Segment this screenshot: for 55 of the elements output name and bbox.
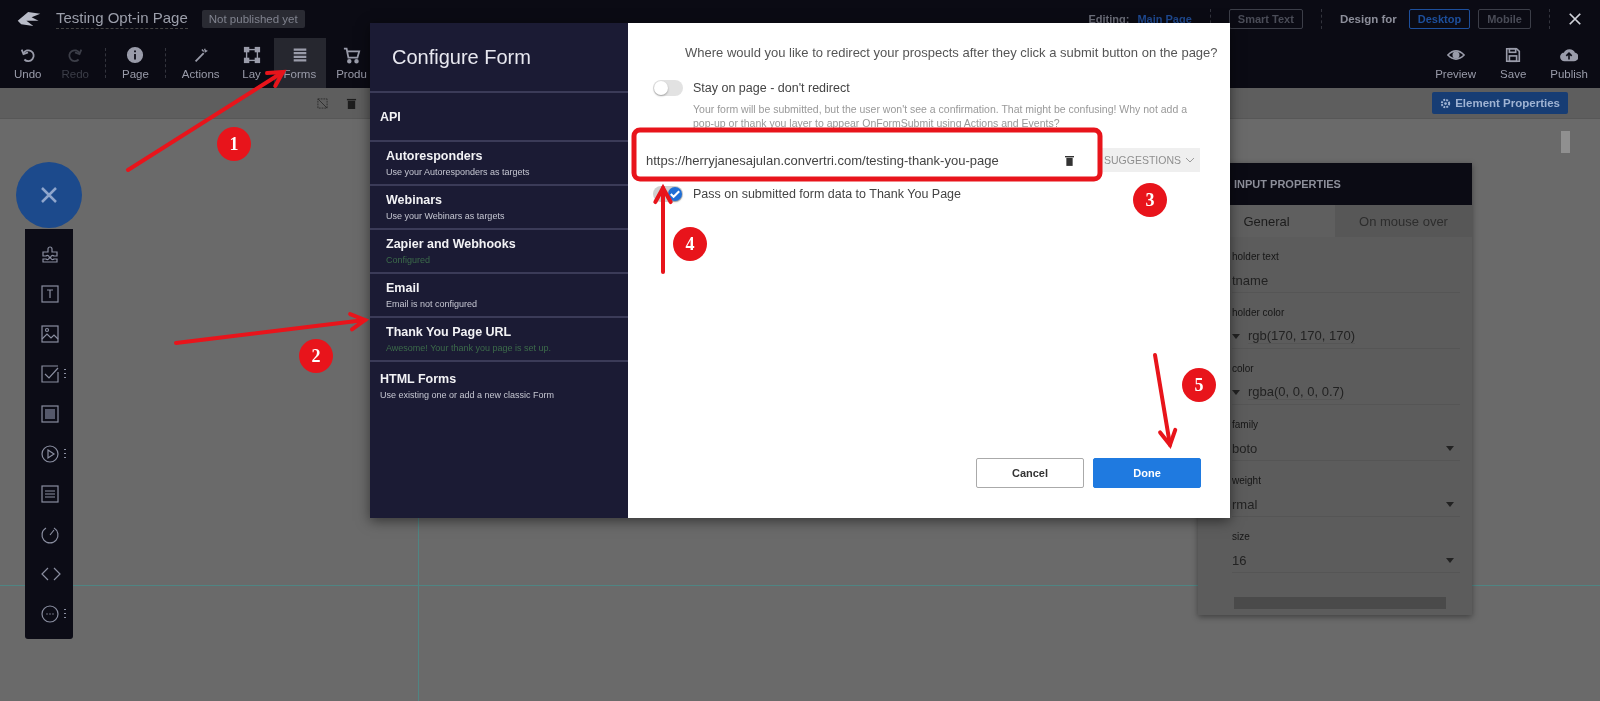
save-icon xyxy=(1504,46,1523,64)
publish-status-badge: Not published yet xyxy=(201,10,305,28)
menu-item[interactable]: HTML Forms Use existing one or add a new classic Form xyxy=(370,362,628,409)
toolbar-button[interactable]: Publish xyxy=(1538,38,1600,88)
panel-title: INPUT PROPERTIES xyxy=(1234,178,1341,190)
caret-icon xyxy=(1186,157,1194,163)
caret-icon xyxy=(1446,557,1454,563)
info-icon xyxy=(126,46,145,64)
caret-icon xyxy=(1232,333,1240,339)
toggle-label: Stay on page - don't redirect xyxy=(693,81,850,95)
toggle-switch[interactable] xyxy=(653,80,683,96)
url-field[interactable]: https://herryjanesajulan.convertri.com/testing-thank-you-page xyxy=(638,144,1082,177)
checkbox-icon[interactable] xyxy=(40,364,68,384)
caret-icon xyxy=(1446,445,1454,451)
more-icon[interactable] xyxy=(40,604,68,624)
gear-icon xyxy=(1440,97,1452,109)
toolbar-button[interactable]: Actions xyxy=(171,38,230,88)
field-label: holder color xyxy=(1232,307,1286,318)
help-text: Your form will be submitted, but the user won't see a confirmation. That might be confusing! Why not add a pop-up or thank you layer to appear OnFormSubmit using Actions and Events? xyxy=(693,102,1189,131)
page-title[interactable]: Testing Opt-in Page xyxy=(56,9,188,29)
text-icon[interactable] xyxy=(40,284,60,304)
list-icon[interactable] xyxy=(40,484,60,504)
close-icon[interactable] xyxy=(1568,12,1582,26)
play-icon[interactable] xyxy=(40,444,68,464)
field-label: weight xyxy=(1232,475,1262,486)
cart-icon xyxy=(342,46,361,64)
redo-icon xyxy=(66,46,85,64)
square-icon[interactable] xyxy=(40,404,60,424)
cancel-button[interactable]: Cancel xyxy=(976,458,1084,488)
caret-icon xyxy=(1446,501,1454,507)
editing-label: Editing: xyxy=(1088,13,1130,25)
toolbar-button[interactable]: Lay xyxy=(229,38,274,88)
design-for-label: Design for xyxy=(1339,13,1397,25)
undo-icon xyxy=(18,46,37,64)
field-label: holder text xyxy=(1232,251,1280,262)
scrollbar[interactable] xyxy=(1561,131,1570,153)
toolbar-button[interactable]: Save xyxy=(1488,38,1539,88)
trash-icon[interactable] xyxy=(1065,154,1074,166)
field-label: color xyxy=(1232,363,1255,374)
field-label: family xyxy=(1232,419,1260,430)
toolbar-button[interactable]: Page xyxy=(112,38,159,88)
puzzle-icon[interactable] xyxy=(40,244,60,264)
toolbar-button[interactable]: Undo xyxy=(4,38,52,88)
image-icon[interactable] xyxy=(40,324,60,344)
toggle-label: Pass on submitted form data to Thank You Page xyxy=(693,187,961,202)
toolbar-button[interactable]: Preview xyxy=(1423,38,1489,88)
element-properties-button[interactable]: Element Properties xyxy=(1432,92,1568,114)
cloud-upload-icon xyxy=(1560,46,1579,64)
done-button[interactable]: Done xyxy=(1093,458,1201,488)
field-label: size xyxy=(1232,531,1251,542)
question-text: Where would you like to redirect your prospects after they click a submit button on the page? xyxy=(685,45,1219,60)
layers-icon xyxy=(242,46,261,64)
step-badge: 1 xyxy=(217,127,251,161)
caret-icon xyxy=(1232,389,1240,395)
step-badge: 2 xyxy=(299,339,333,373)
